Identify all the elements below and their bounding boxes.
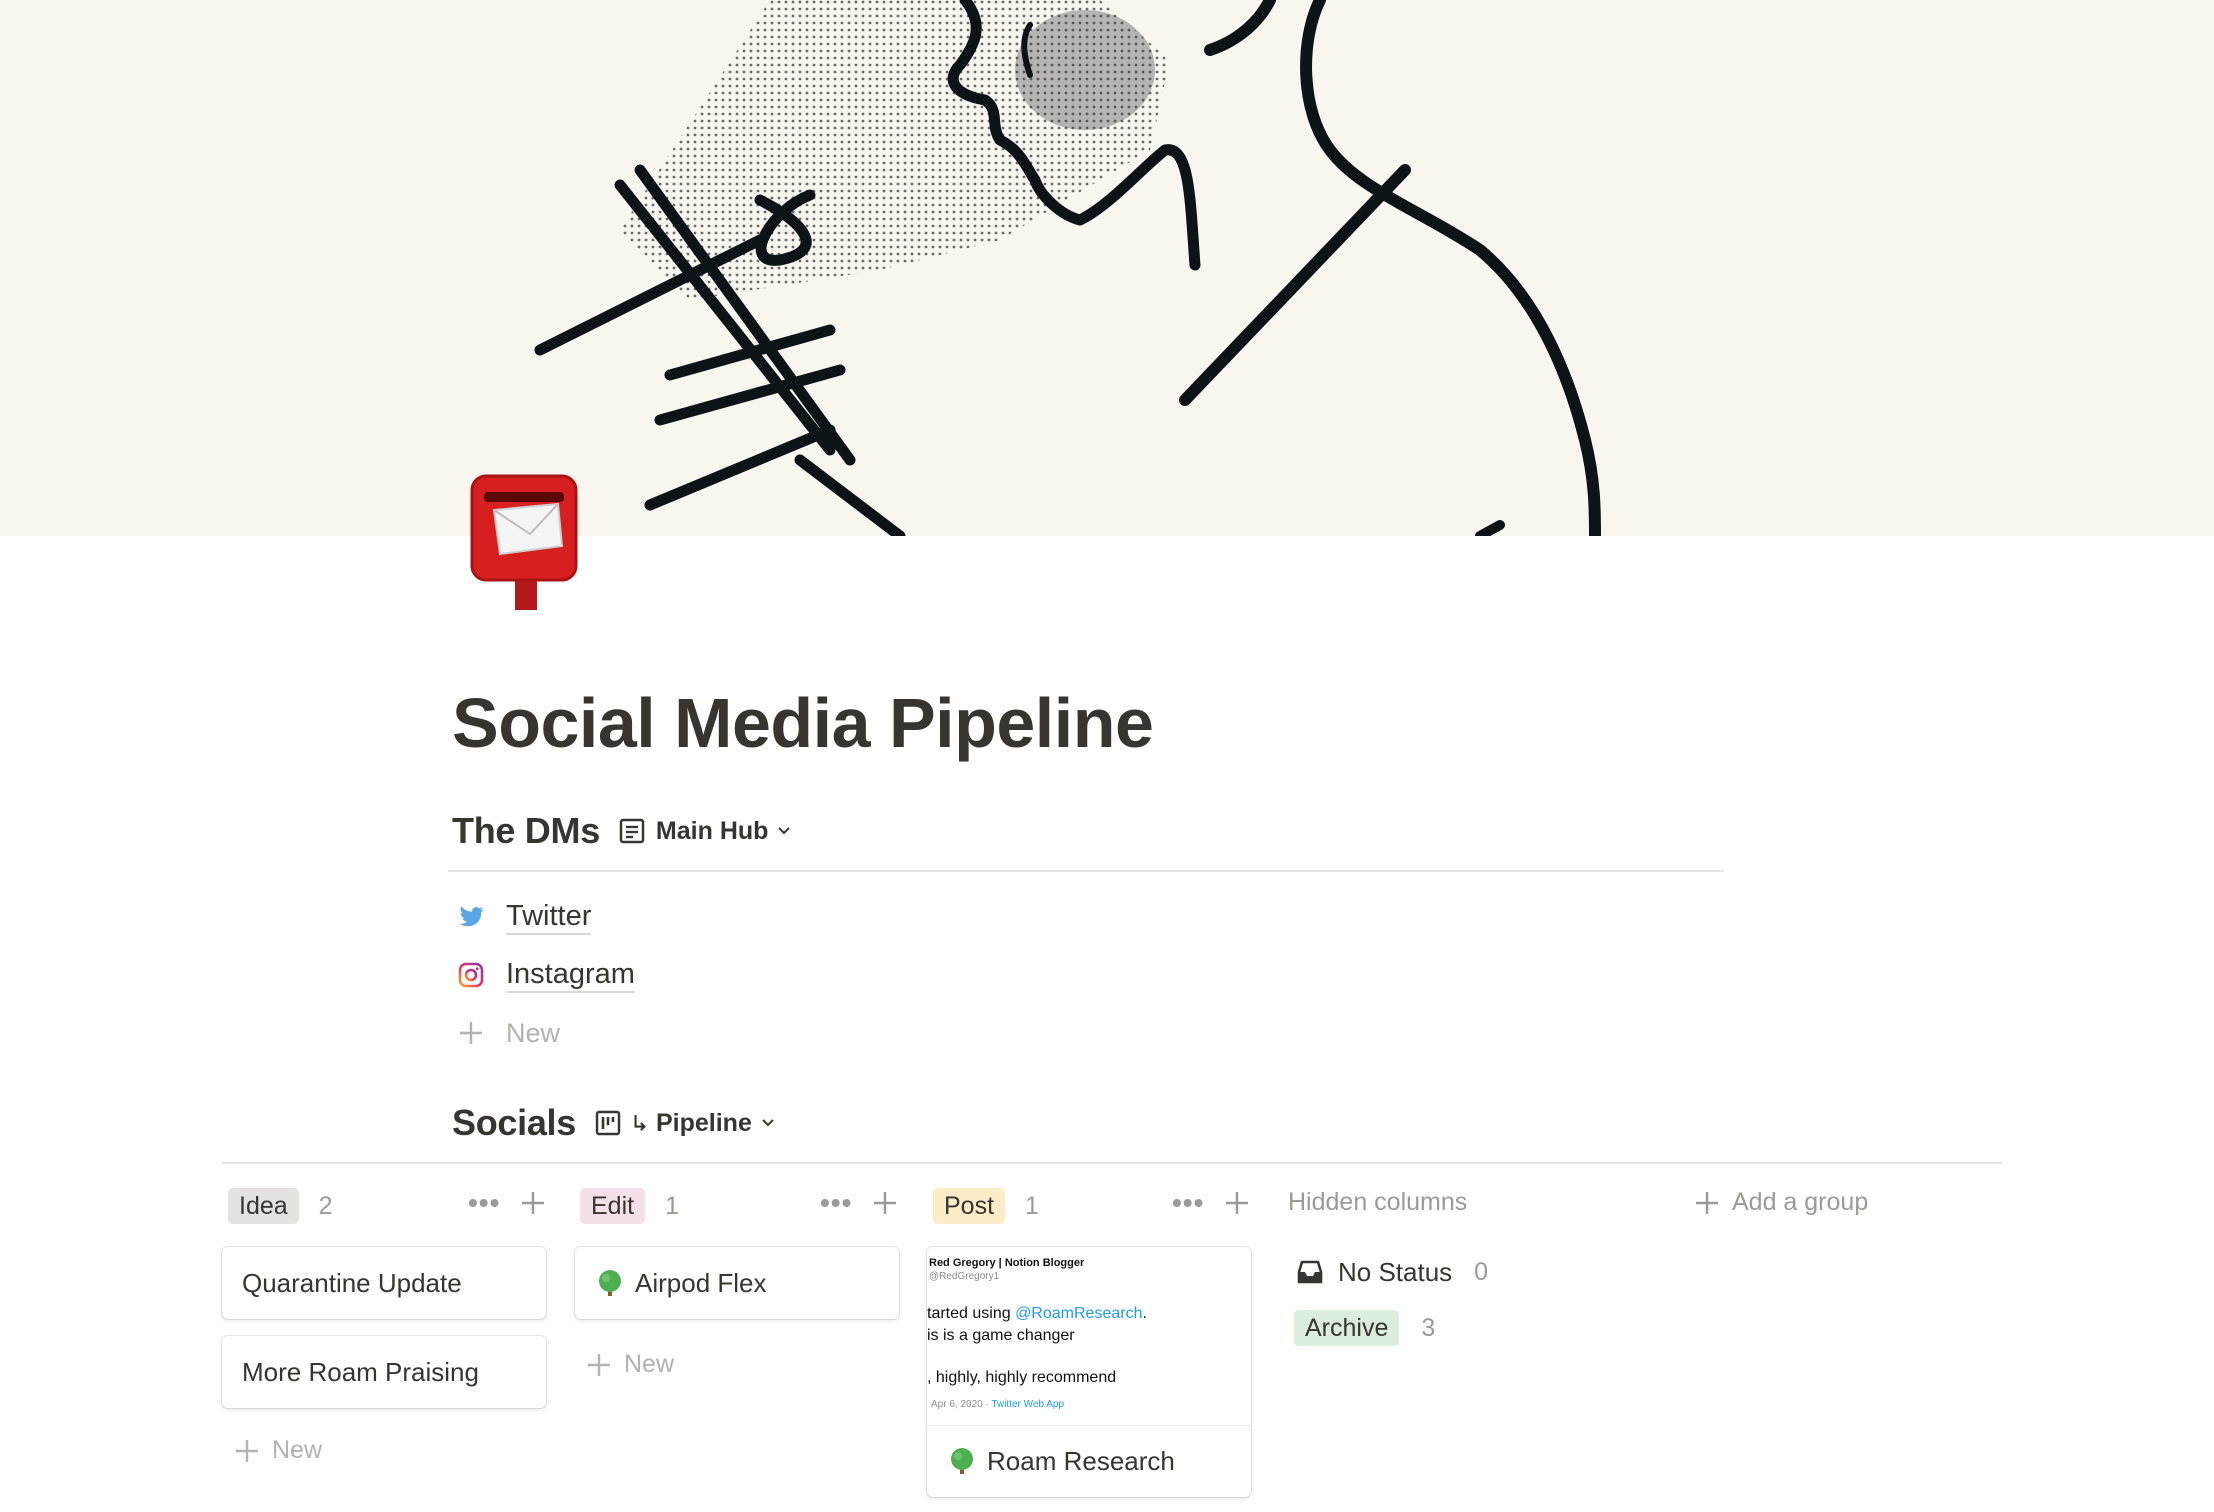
- tree-icon: [951, 1448, 973, 1474]
- edit-new-button[interactable]: New: [586, 1350, 674, 1379]
- card-title: Airpod Flex: [635, 1267, 767, 1298]
- tweet-preview-image: Red Gregory | Notion Blogger @RedGregory…: [927, 1247, 1251, 1426]
- tweet-author: Red Gregory | Notion Blogger: [929, 1257, 1085, 1269]
- list-item-twitter[interactable]: Twitter: [452, 888, 635, 946]
- card-title: Quarantine Update: [242, 1267, 462, 1298]
- board-card[interactable]: Airpod Flex: [575, 1247, 899, 1319]
- card-title: Roam Research: [987, 1445, 1175, 1476]
- card-title-row: Airpod Flex: [575, 1247, 899, 1319]
- plus-icon[interactable]: [1224, 1190, 1250, 1216]
- column-header-post[interactable]: Post 1: [933, 1184, 1039, 1228]
- idea-new-button[interactable]: New: [234, 1436, 322, 1465]
- column-header-idea[interactable]: Idea 2: [228, 1184, 333, 1228]
- dms-section-header: The DMs Main Hub: [452, 806, 792, 856]
- board-icon: [595, 1110, 621, 1136]
- instagram-icon: [458, 962, 484, 988]
- card-title: More Roam Praising: [242, 1356, 479, 1387]
- tweet-text: tarted using: [927, 1305, 1016, 1322]
- tweet-date-text: Apr 6, 2020 ·: [931, 1399, 992, 1410]
- dms-new-button[interactable]: New: [452, 1004, 635, 1062]
- plus-icon: [1696, 1191, 1718, 1214]
- hidden-column-label: No Status: [1338, 1256, 1453, 1287]
- socials-view-label: Pipeline: [655, 1108, 752, 1137]
- edit-new-label: New: [624, 1350, 675, 1378]
- card-title-row: Roam Research: [927, 1426, 1251, 1496]
- hidden-column-no-status[interactable]: No Status 0: [1296, 1250, 1488, 1294]
- tweet-line-2: is is a game changer: [927, 1327, 1075, 1344]
- hidden-column-archive[interactable]: Archive 3: [1294, 1306, 1435, 1350]
- add-group-label: Add a group: [1732, 1188, 1869, 1216]
- tweet-date: Apr 6, 2020 · Twitter Web App: [931, 1399, 1064, 1410]
- postbox-icon[interactable]: [470, 474, 580, 612]
- idea-new-label: New: [272, 1436, 323, 1464]
- board-card[interactable]: Red Gregory | Notion Blogger @RedGregory…: [927, 1247, 1251, 1497]
- hidden-columns-label: Hidden columns: [1288, 1188, 1468, 1216]
- dms-section-title[interactable]: The DMs: [452, 810, 600, 852]
- more-icon[interactable]: •••: [1172, 1188, 1204, 1218]
- status-tag-idea: Idea: [228, 1188, 299, 1224]
- cover-illustration: [534, 0, 1601, 536]
- board-card[interactable]: Quarantine Update: [222, 1247, 546, 1319]
- hidden-column-count: 3: [1421, 1313, 1436, 1342]
- chevron-down-icon: [762, 1119, 774, 1127]
- dms-view-label: Main Hub: [655, 816, 769, 845]
- plus-icon: [460, 1022, 482, 1044]
- status-tag-post: Post: [933, 1188, 1006, 1224]
- hidden-column-count: 0: [1474, 1257, 1489, 1286]
- plus-icon: [588, 1353, 610, 1376]
- socials-section-title[interactable]: Socials: [452, 1102, 576, 1144]
- dms-new-label: New: [506, 1017, 561, 1048]
- more-icon[interactable]: •••: [468, 1188, 500, 1218]
- dms-view-switch[interactable]: Main Hub: [618, 817, 793, 846]
- twitter-icon: [459, 906, 483, 927]
- column-actions-post: •••: [1172, 1188, 1250, 1218]
- socials-view-switch[interactable]: Pipeline: [594, 1109, 776, 1138]
- tweet-handle: @RedGregory1: [929, 1271, 1000, 1282]
- tweet-text: .: [1142, 1305, 1147, 1322]
- tweet-line-3: , highly, highly recommend: [927, 1369, 1117, 1386]
- column-count: 2: [318, 1191, 333, 1220]
- socials-section-header: Socials Pipeline: [452, 1098, 776, 1148]
- inbox-icon: [1297, 1260, 1323, 1284]
- plus-icon[interactable]: [872, 1190, 898, 1216]
- page-title[interactable]: Social Media Pipeline: [452, 678, 1154, 768]
- list-item-instagram[interactable]: Instagram: [452, 946, 635, 1004]
- status-tag-edit: Edit: [580, 1188, 646, 1224]
- column-count: 1: [1025, 1191, 1039, 1220]
- socials-divider: [222, 1162, 2002, 1164]
- page-cover: [0, 0, 2214, 536]
- tweet-source: Twitter Web App: [991, 1399, 1065, 1410]
- column-count: 1: [665, 1191, 679, 1220]
- dms-divider: [448, 870, 1724, 872]
- add-group-button[interactable]: Add a group: [1694, 1188, 1868, 1217]
- chevron-down-icon: [778, 827, 791, 835]
- sort-arrow-icon: [634, 1115, 646, 1131]
- more-icon[interactable]: •••: [820, 1188, 852, 1218]
- column-actions-edit: •••: [820, 1188, 898, 1218]
- status-tag-archive: Archive: [1294, 1310, 1400, 1346]
- plus-icon: [236, 1439, 258, 1462]
- column-header-edit[interactable]: Edit 1: [580, 1184, 679, 1228]
- tweet-mention-link: @RoamResearch: [1015, 1305, 1143, 1322]
- board-card[interactable]: More Roam Praising: [222, 1336, 546, 1408]
- document-icon: [619, 818, 645, 844]
- dm-instagram-label: Instagram: [506, 957, 635, 993]
- column-actions-idea: •••: [468, 1188, 546, 1218]
- dm-twitter-label: Twitter: [506, 899, 592, 935]
- tree-icon: [599, 1270, 621, 1296]
- dms-list: Twitter Instagram New: [452, 888, 635, 1062]
- plus-icon[interactable]: [520, 1190, 546, 1216]
- tweet-line-1: tarted using @RoamResearch.: [927, 1305, 1147, 1323]
